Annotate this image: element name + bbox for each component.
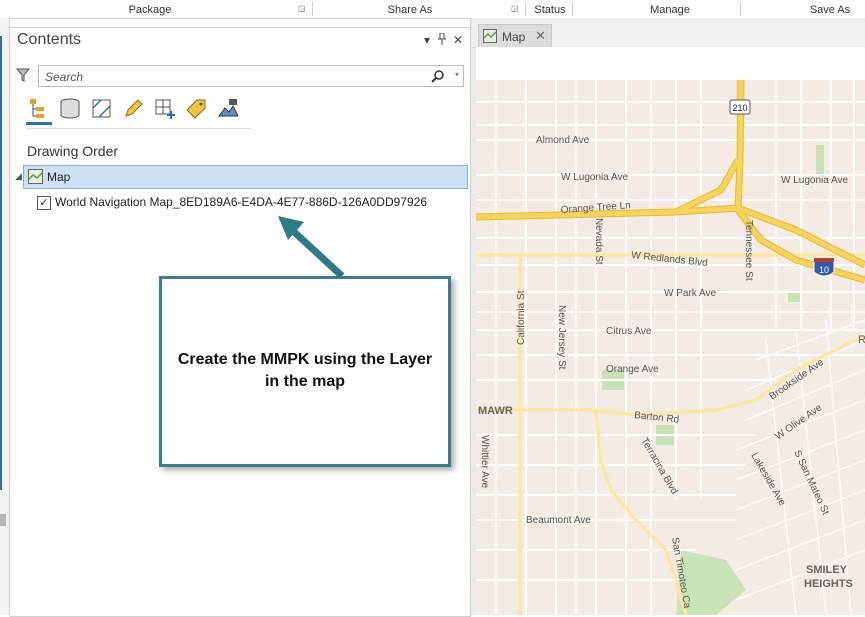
tab-map-label: Map: [502, 30, 526, 44]
ribbon-group-package: Package: [128, 4, 172, 16]
street-label: W Park Ave: [664, 288, 716, 299]
ribbon-divider: [740, 2, 741, 16]
place-label: SMILEY: [806, 564, 848, 576]
street-label: S San Mateo St: [791, 449, 831, 517]
drawing-order-heading: Drawing Order: [27, 143, 119, 159]
street-label: Tennessee St: [743, 220, 754, 281]
ribbon-divider: [312, 2, 313, 16]
panel-accent-bar: [0, 36, 2, 490]
expand-triangle-icon[interactable]: ◢: [15, 171, 22, 182]
ribbon-group-strip: Package ◲ Share As ◲ Status Manage Save …: [0, 0, 865, 19]
close-tab-icon[interactable]: ✕: [535, 28, 546, 44]
ribbon-group-manage: Manage: [650, 4, 690, 16]
street-label: Citrus Ave: [606, 326, 652, 337]
list-by-source-icon: [60, 98, 80, 119]
ribbon-divider: [525, 2, 526, 16]
map-tree-item-label: Map: [47, 170, 71, 184]
street-labels: Almond Ave W Lugonia Ave W Lugonia Ave O…: [478, 135, 865, 610]
list-by-editing-button[interactable]: [120, 96, 146, 122]
filter-icon[interactable]: [16, 68, 30, 82]
tab-map[interactable]: Map ✕: [478, 24, 552, 48]
arterial-roads: [476, 80, 865, 615]
place-label: HEIGHTS: [804, 578, 853, 590]
list-by-snapping-icon: [155, 99, 175, 119]
place-label: R: [858, 334, 865, 346]
interstate-10-label: 10: [819, 265, 829, 275]
park-area: [816, 145, 824, 175]
street-label: Beaumont Ave: [526, 515, 591, 526]
search-options-chevron-down-icon[interactable]: ▾: [455, 70, 459, 79]
list-by-drawing-order-button[interactable]: [26, 96, 52, 125]
street-label: W Lugonia Ave: [781, 175, 849, 186]
panel-scroll-thumb[interactable]: [0, 514, 6, 526]
contents-view-toolbar: [26, 94, 251, 129]
pane-options-chevron-icon[interactable]: ▾: [420, 33, 434, 47]
basemap-drawing[interactable]: Almond Ave W Lugonia Ave W Lugonia Ave O…: [476, 80, 865, 615]
street-label: Whittier Ave: [479, 435, 490, 489]
list-by-selection-icon: [92, 99, 111, 118]
contents-search-box[interactable]: ▾: [38, 65, 464, 87]
street-label: Brookside Ave: [767, 357, 826, 403]
instruction-callout: Create the MMPK using the Layer in the m…: [159, 276, 451, 467]
list-by-perspective-imagery-icon: [218, 99, 239, 117]
map-canvas[interactable]: Almond Ave W Lugonia Ave W Lugonia Ave O…: [476, 80, 865, 615]
map-tab-strip: Map ✕: [472, 18, 865, 48]
map-icon: [483, 29, 497, 43]
street-label: New Jersey St: [556, 305, 567, 370]
contents-search-input[interactable]: [43, 68, 427, 86]
search-icon[interactable]: [431, 69, 445, 83]
local-streets: [476, 80, 865, 615]
package-launcher-icon[interactable]: ◲: [298, 5, 306, 13]
list-by-source-button[interactable]: [57, 96, 83, 122]
map-view-header-space: [476, 47, 865, 80]
ribbon-group-status: Status: [534, 4, 566, 16]
ribbon-group-save-as: Save As: [809, 4, 851, 16]
pane-close-icon[interactable]: ✕: [451, 33, 465, 47]
street-label: Terracina Blvd: [638, 436, 679, 496]
layer-visibility-checkbox[interactable]: ✓: [37, 196, 51, 210]
share-as-launcher-icon[interactable]: ◲: [511, 5, 519, 13]
ribbon-group-share-as: Share As: [387, 4, 433, 16]
street-label: W Lugonia Ave: [561, 172, 629, 183]
list-by-snapping-button[interactable]: [152, 96, 178, 122]
place-label: MAWR: [478, 405, 513, 417]
layer-tree-item[interactable]: ✓ World Navigation Map_8ED189A6-E4DA-4E7…: [35, 194, 455, 212]
pane-pin-icon[interactable]: [435, 32, 449, 48]
route-210-label: 210: [732, 103, 747, 113]
callout-text: Create the MMPK using the Layer in the m…: [177, 351, 433, 390]
map-tree-item[interactable]: ◢ Map: [15, 165, 468, 189]
route-210-shield: 210: [729, 99, 751, 115]
list-by-editing-icon: [125, 99, 143, 117]
park-area: [788, 292, 802, 302]
list-by-drawing-order-icon: [30, 99, 44, 118]
left-docked-panel-edge: [0, 18, 10, 615]
list-by-labeling-button[interactable]: [183, 96, 209, 122]
street-label: Nevada St: [593, 218, 604, 265]
street-label: W Redlands Blvd: [631, 250, 708, 269]
list-by-labeling-icon: [186, 99, 206, 119]
layer-tree-item-label: World Navigation Map_8ED189A6-E4DA-4E77-…: [55, 195, 427, 209]
map-icon: [28, 169, 43, 184]
street-label: W Olive Ave: [773, 402, 824, 442]
interstate-10-shield: 10: [813, 257, 835, 277]
contents-pane-title: Contents: [17, 31, 82, 48]
list-by-selection-button[interactable]: [89, 96, 115, 122]
street-label: Orange Ave: [606, 364, 659, 375]
street-label: California St: [516, 290, 527, 345]
list-by-perspective-imagery-button[interactable]: [215, 96, 241, 122]
street-label: Almond Ave: [536, 135, 590, 146]
ribbon-divider: [572, 2, 573, 16]
